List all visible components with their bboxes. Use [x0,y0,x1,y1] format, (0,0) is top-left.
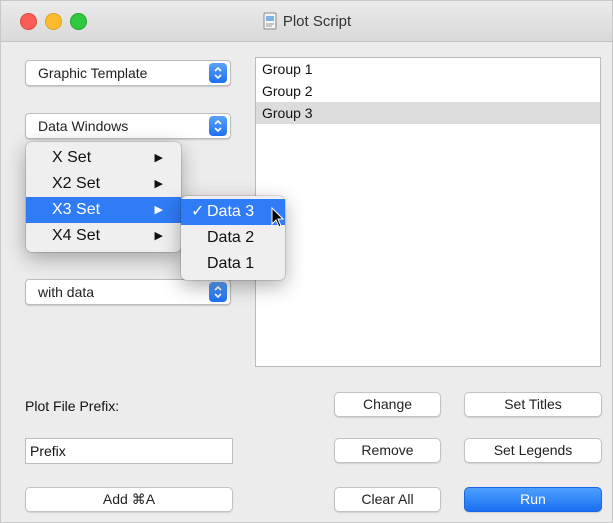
data-windows-popup[interactable]: Data Windows [25,113,231,139]
menu-item-x2-set[interactable]: X2 Set ▶ [26,171,181,197]
clear-all-button[interactable]: Clear All [334,487,441,512]
window-title: Plot Script [282,13,352,30]
list-item[interactable]: Group 2 [256,80,600,102]
set-titles-button[interactable]: Set Titles [464,392,602,417]
submenu-item-data-2[interactable]: Data 2 [181,225,285,251]
submenu-item-label: Data 3 [207,203,255,220]
menu-item-label: X2 Set [52,175,101,192]
list-item[interactable]: Group 1 [256,58,600,80]
menu-item-label: X3 Set [52,201,101,218]
group-list[interactable]: Group 1 Group 2 Group 3 [255,57,601,367]
submenu-arrow-icon: ▶ [154,178,163,190]
with-data-label: with data [38,284,95,300]
window-title-area: Plot Script [1,12,612,30]
submenu-item-data-1[interactable]: Data 1 [181,251,285,277]
submenu-item-label: Data 1 [207,255,255,272]
plot-script-window: Plot Script Graphic Template Data Window… [0,0,613,523]
run-button[interactable]: Run [464,487,602,512]
graphic-template-popup[interactable]: Graphic Template [25,60,231,86]
list-item-selected[interactable]: Group 3 [256,102,600,124]
with-data-popup[interactable]: with data [25,279,231,305]
popup-stepper-icon [209,282,227,302]
prefix-input-value: Prefix [30,443,66,459]
change-button[interactable]: Change [334,392,441,417]
submenu-arrow-icon: ▶ [154,204,163,216]
data-submenu: ✓ Data 3 Data 2 Data 1 [181,196,285,280]
popup-stepper-icon [209,116,227,136]
menu-item-x4-set[interactable]: X4 Set ▶ [26,223,181,249]
set-legends-button[interactable]: Set Legends [464,438,602,463]
checkmark-icon: ✓ [191,203,205,220]
submenu-item-label: Data 2 [207,229,255,246]
menu-item-label: X Set [52,149,92,166]
data-windows-label: Data Windows [38,118,129,134]
prefix-input[interactable]: Prefix [25,438,233,464]
menu-item-x-set[interactable]: X Set ▶ [26,145,181,171]
remove-button[interactable]: Remove [334,438,441,463]
graphic-template-label: Graphic Template [38,65,148,81]
submenu-item-data-3[interactable]: ✓ Data 3 [181,199,285,225]
script-document-icon [262,12,278,30]
plot-file-prefix-label: Plot File Prefix: [25,398,120,414]
title-bar[interactable]: Plot Script [1,1,612,42]
add-button[interactable]: Add ⌘A [25,487,233,512]
menu-item-x3-set[interactable]: X3 Set ▶ [26,197,181,223]
menu-item-label: X4 Set [52,227,101,244]
submenu-arrow-icon: ▶ [154,152,163,164]
submenu-arrow-icon: ▶ [154,230,163,242]
set-context-menu: X Set ▶ X2 Set ▶ X3 Set ▶ X4 Set ▶ [26,142,181,252]
mouse-cursor-icon [271,207,285,228]
popup-stepper-icon [209,63,227,83]
